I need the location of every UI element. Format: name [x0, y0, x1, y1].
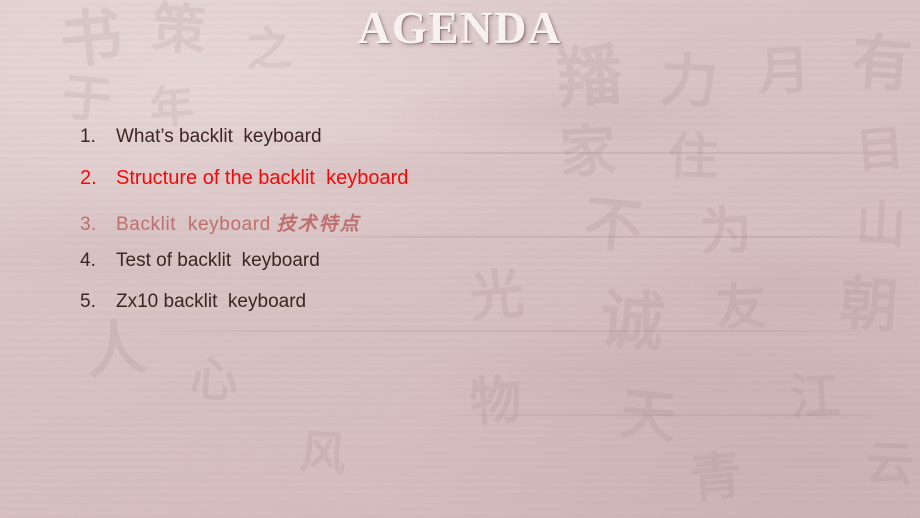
agenda-item-1[interactable]: 1. What’s backlit keyboard	[80, 126, 840, 167]
agenda-item-4[interactable]: 4. Test of backlit keyboard	[80, 250, 840, 291]
agenda-item-label: Test of backlit keyboard	[116, 250, 320, 271]
agenda-item-3[interactable]: 3. Backlit keyboard 技术特点	[80, 209, 840, 250]
agenda-item-number: 5.	[80, 291, 96, 312]
agenda-item-number: 3.	[80, 214, 98, 235]
page-title: AGENDA	[357, 3, 562, 53]
agenda-item-number: 4.	[80, 250, 96, 271]
agenda-list: 1. What’s backlit keyboard 2. Structure of …	[80, 126, 840, 332]
agenda-item-label: Structure of the backlit keyboard	[116, 167, 409, 189]
agenda-item-label: Zx10 backlit keyboard	[116, 291, 307, 312]
agenda-item-label: What’s backlit keyboard	[116, 126, 322, 147]
slide-canvas: 书策之于年羳力月有家住目不为山光诚友朝人心物天江风青云 AGENDA 1.Wha…	[0, 0, 920, 518]
agenda-item-label: Backlit keyboard	[116, 214, 277, 235]
agenda-item-5[interactable]: 5. Zx10 backlit keyboard	[80, 291, 840, 332]
agenda-item-number: 2.	[80, 167, 97, 189]
agenda-item-number: 1.	[80, 126, 96, 147]
agenda-item-2[interactable]: 2. Structure of the backlit keyboard	[80, 167, 840, 209]
agenda-item-label-cjk: 技术特点	[276, 213, 361, 235]
